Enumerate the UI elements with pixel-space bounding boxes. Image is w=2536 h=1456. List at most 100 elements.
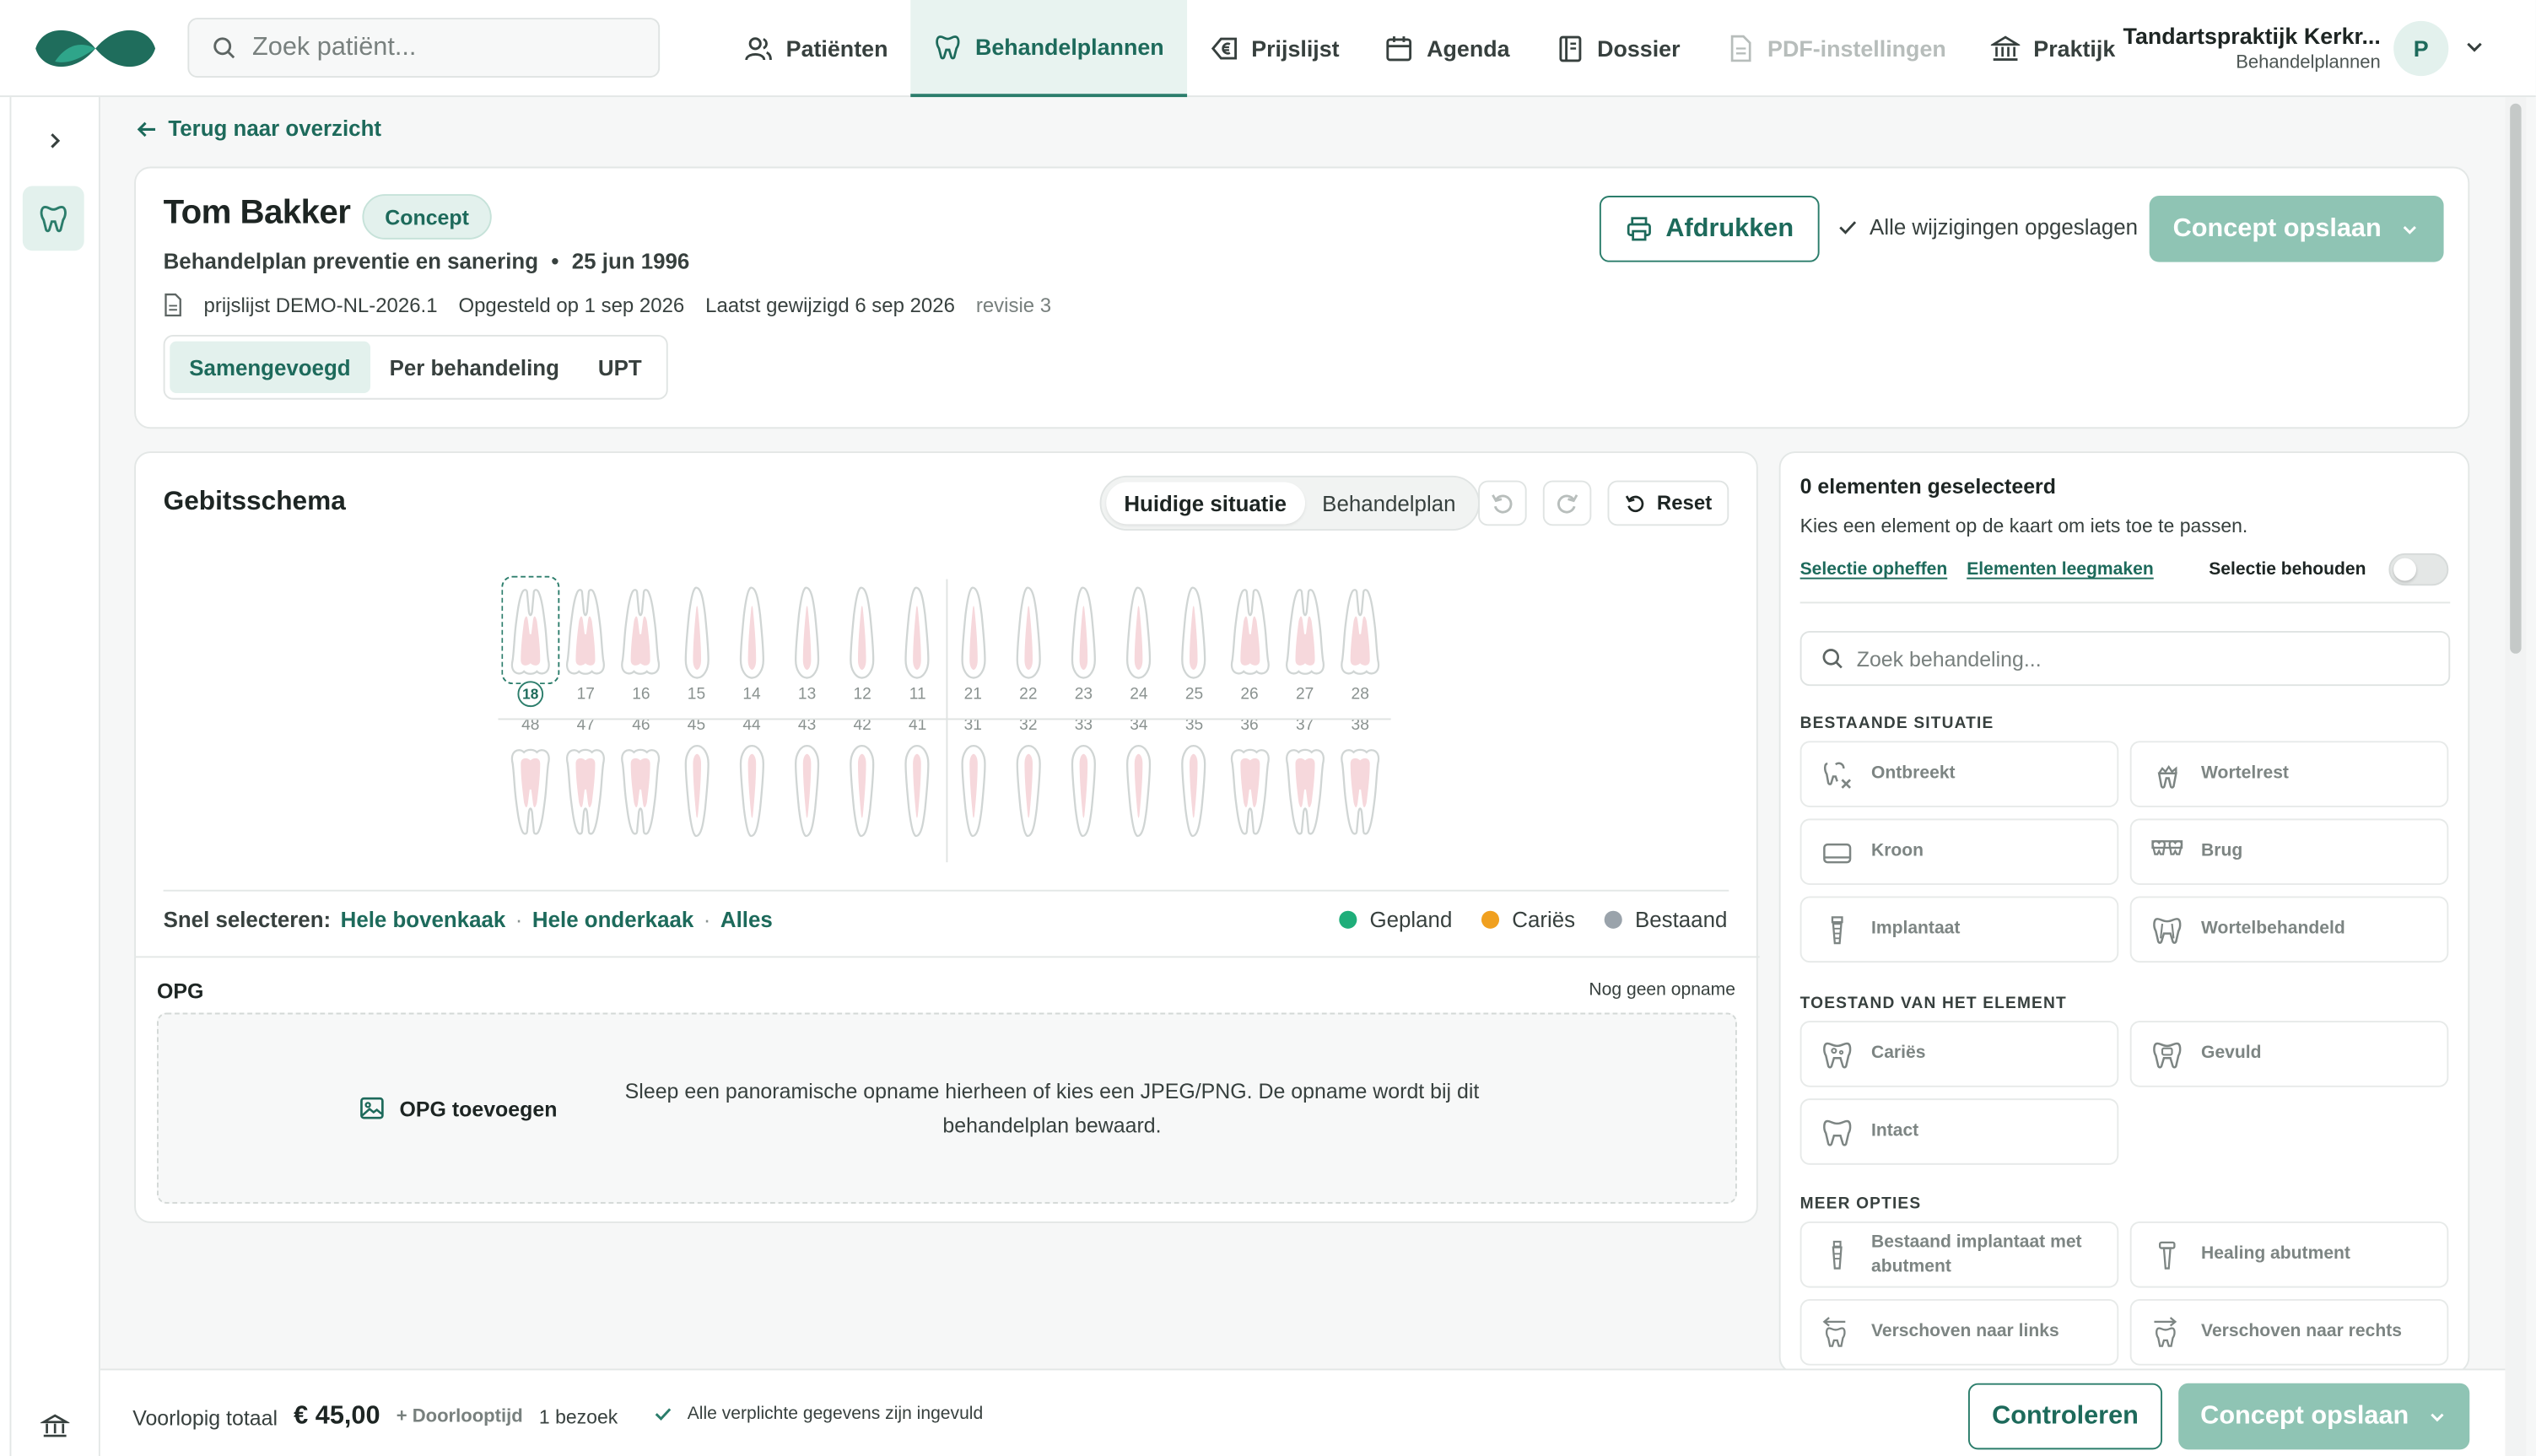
tooth-21[interactable] (947, 580, 999, 683)
tooth-number[interactable]: 26 (1223, 686, 1275, 704)
nav-item-praktijk[interactable]: Praktijk (1969, 0, 2139, 97)
tooth-14[interactable] (726, 580, 777, 683)
back-to-overview-link[interactable]: Terug naar overzicht (136, 116, 381, 141)
save-concept-button[interactable]: Concept opslaan (2149, 196, 2444, 262)
quick-select-lower-jaw[interactable]: Hele onderkaak (532, 908, 693, 932)
empty-elements-link[interactable]: Elementen leegmaken (1967, 560, 2154, 580)
tooth-46[interactable] (615, 741, 666, 844)
separator: · (703, 907, 711, 932)
app-logo[interactable] (32, 19, 159, 78)
option-label: Wortelbehandeld (2201, 919, 2345, 939)
print-button[interactable]: Afdrukken (1599, 196, 1820, 262)
tooth-31[interactable] (947, 741, 999, 844)
option-cari-s[interactable]: Cariës (1799, 1021, 2119, 1087)
tooth-28[interactable] (1335, 580, 1386, 683)
tooth-33[interactable] (1058, 741, 1109, 844)
tooth-37[interactable] (1279, 741, 1330, 844)
rail-item-treatment-plans[interactable] (22, 186, 84, 251)
nav-item-behandelplannen[interactable]: Behandelplannen (910, 0, 1187, 98)
nav-item-pdf-instellingen[interactable]: PDF-instellingen (1702, 0, 1968, 97)
keep-selection-toggle[interactable] (2388, 553, 2449, 586)
tooth-23[interactable] (1058, 580, 1109, 683)
tooth-12[interactable] (836, 580, 888, 683)
option-verschoven-naar-rechts[interactable]: Verschoven naar rechts (2129, 1298, 2449, 1366)
tooth-45[interactable] (671, 741, 722, 844)
tooth-26[interactable] (1223, 580, 1275, 683)
tooth-44[interactable] (726, 741, 777, 844)
nav-item-dossier[interactable]: Dossier (1532, 0, 1702, 97)
option-bestaand-implantaat-met-abutment[interactable]: Bestaand implantaat met abutment (1799, 1221, 2119, 1288)
tooth-42[interactable] (836, 741, 888, 844)
option-intact[interactable]: Intact (1799, 1098, 2119, 1165)
check-button[interactable]: Controleren (1967, 1383, 2163, 1450)
clear-selection-link[interactable]: Selectie opheffen (1800, 560, 1948, 580)
option-wortelbehandeld[interactable]: Wortelbehandeld (2129, 896, 2449, 963)
tooth-17[interactable] (560, 580, 612, 683)
option-wortelrest[interactable]: Wortelrest (2129, 741, 2449, 807)
nav-item-pati-nten[interactable]: Patiënten (721, 0, 910, 97)
tab-per-treatment[interactable]: Per behandeling (370, 342, 579, 393)
option-healing-abutment[interactable]: Healing abutment (2129, 1221, 2449, 1288)
tooth-34[interactable] (1113, 741, 1164, 844)
tooth-41[interactable] (892, 741, 943, 844)
tooth-27[interactable] (1279, 580, 1330, 683)
option-ontbreekt[interactable]: Ontbreekt (1799, 741, 2119, 807)
tooth-number[interactable]: 28 (1335, 686, 1386, 704)
tooth-number[interactable]: 25 (1168, 686, 1220, 704)
users-icon (745, 37, 772, 61)
tooth-38[interactable] (1335, 741, 1386, 844)
tooth-number[interactable]: 16 (615, 686, 666, 704)
tooth-45-shape (683, 744, 710, 838)
chevron-down-icon[interactable] (2463, 35, 2486, 58)
tooth-number[interactable]: 11 (892, 686, 943, 704)
opg-dropzone[interactable]: OPG toevoegen Sleep een panoramische opn… (156, 1012, 1737, 1204)
tooth-16[interactable] (615, 580, 666, 683)
option-kroon[interactable]: Kroon (1799, 818, 2119, 886)
save-concept-footer-button[interactable]: Concept opslaan (2178, 1383, 2470, 1450)
tooth-24-shape (1126, 586, 1152, 679)
treatment-search-input[interactable]: Zoek behandeling... (1799, 630, 2451, 687)
option-implantaat[interactable]: Implantaat (1799, 896, 2119, 963)
tooth-13[interactable] (781, 580, 833, 683)
tooth-number[interactable]: 12 (836, 686, 888, 704)
tooth-47[interactable] (560, 741, 612, 844)
tooth-number[interactable]: 23 (1058, 686, 1109, 704)
tooth-22[interactable] (1002, 580, 1054, 683)
option-verschoven-naar-links[interactable]: Verschoven naar links (1799, 1298, 2119, 1366)
scrollbar-thumb[interactable] (2510, 103, 2522, 654)
avatar[interactable]: P (2393, 20, 2449, 77)
nav-item-agenda[interactable]: Agenda (1362, 0, 1532, 97)
tooth-25[interactable] (1168, 580, 1220, 683)
tooth-missing-icon (1823, 761, 1851, 788)
tooth-36[interactable] (1223, 741, 1275, 844)
tooth-number-selected[interactable]: 18 (517, 681, 544, 708)
tooth-number[interactable]: 21 (947, 686, 999, 704)
tooth-number[interactable]: 24 (1113, 686, 1164, 704)
tab-upt[interactable]: UPT (579, 342, 661, 393)
option-gevuld[interactable]: Gevuld (2129, 1021, 2449, 1087)
tooth-number[interactable]: 22 (1002, 686, 1054, 704)
opg-add-button[interactable]: OPG toevoegen (359, 1095, 557, 1121)
chevron-right-icon[interactable] (44, 129, 67, 152)
tooth-15[interactable] (671, 580, 722, 683)
tooth-24[interactable] (1113, 580, 1164, 683)
tooth-35[interactable] (1168, 741, 1220, 844)
page-scrollbar[interactable] (2505, 97, 2527, 1456)
tooth-number[interactable]: 13 (781, 686, 833, 704)
option-brug[interactable]: Brug (2129, 818, 2449, 886)
tooth-43[interactable] (781, 741, 833, 844)
tooth-number[interactable]: 27 (1279, 686, 1330, 704)
tooth-number[interactable]: 17 (560, 686, 612, 704)
bank-icon[interactable] (40, 1410, 70, 1440)
practice-switcher[interactable]: Tandartspraktijk Kerkr... Behandelplanne… (2123, 23, 2381, 73)
quick-select-upper-jaw[interactable]: Hele bovenkaak (341, 908, 506, 932)
tooth-32[interactable] (1002, 741, 1054, 844)
quick-select-all[interactable]: Alles (720, 908, 773, 932)
tab-merged[interactable]: Samengevoegd (170, 341, 370, 394)
tooth-number[interactable]: 14 (726, 686, 777, 704)
tooth-11[interactable] (892, 580, 943, 683)
patient-search-input[interactable]: Zoek patiënt... (187, 18, 661, 78)
nav-item-prijslijst[interactable]: Prijslijst (1187, 0, 1362, 97)
tooth-48[interactable] (505, 741, 556, 844)
tooth-number[interactable]: 15 (671, 686, 722, 704)
